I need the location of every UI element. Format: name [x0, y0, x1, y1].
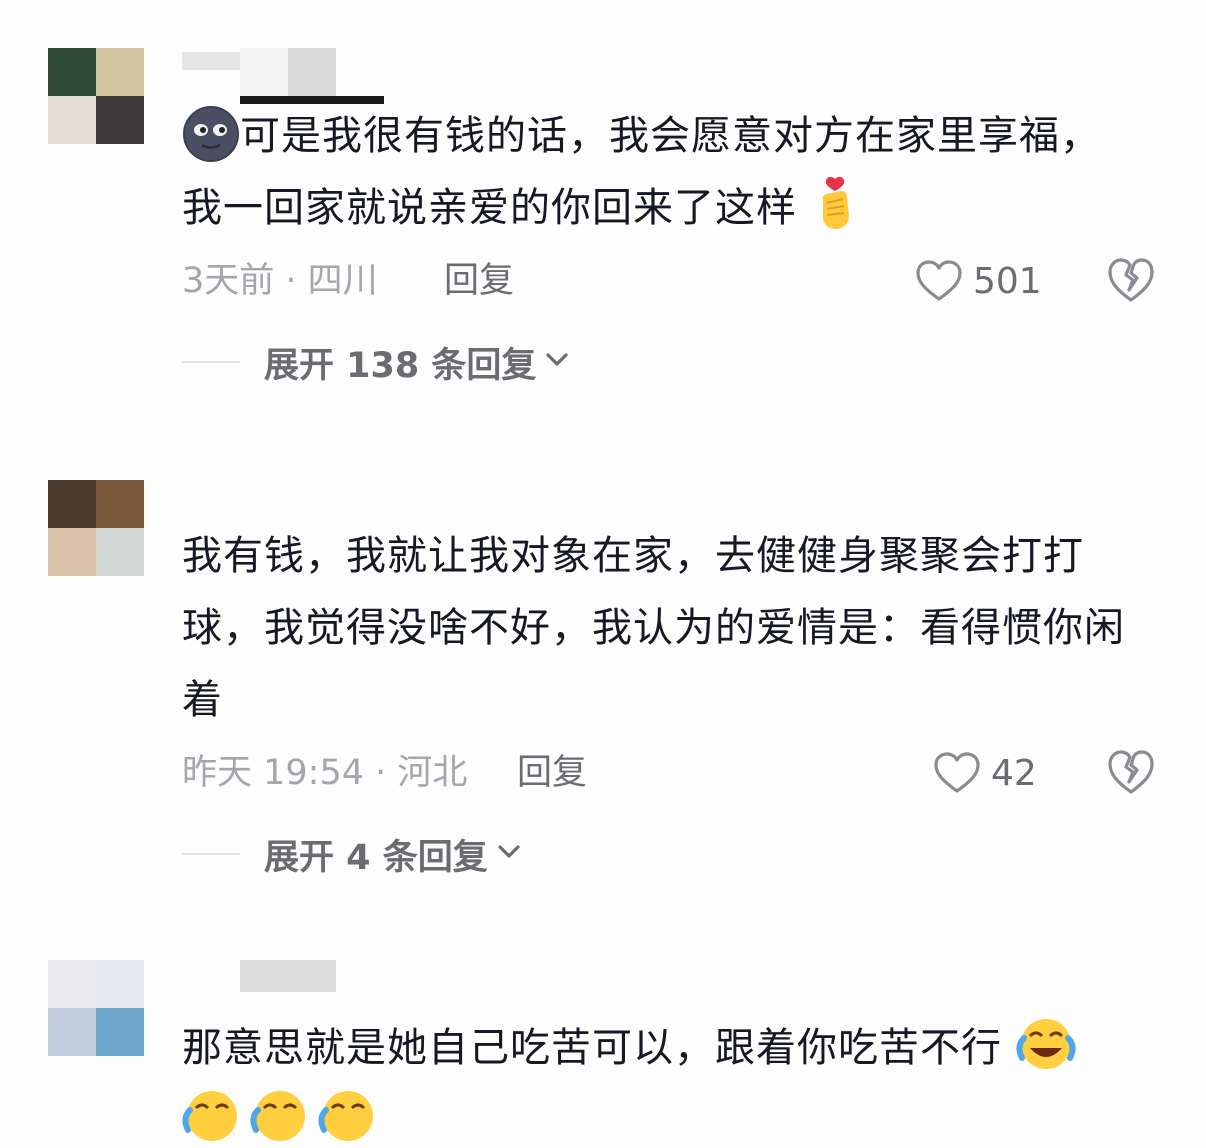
- divider-line: [182, 853, 240, 855]
- comment-body: 我有钱，我就让我对象在家，去健健身聚聚会打打球，我觉得没啥不好，我认为的爱情是：…: [182, 533, 1125, 723]
- comment-text: 我有钱，我就让我对象在家，去健健身聚聚会打打球，我觉得没啥不好，我认为的爱情是：…: [182, 520, 1162, 736]
- expand-replies-button[interactable]: 展开 4 条回复: [182, 832, 522, 878]
- username-redacted-block: [288, 48, 336, 98]
- avatar[interactable]: [48, 48, 144, 144]
- avatar[interactable]: [48, 480, 144, 576]
- new-moon-face-emoji: [182, 105, 240, 163]
- divider-line: [182, 361, 240, 363]
- comment-text: 那意思就是她自己吃苦可以，跟着你吃苦不行: [182, 1012, 1162, 1084]
- heart-outline-icon: [915, 259, 963, 303]
- face-with-tears-of-joy-emoji: [250, 1088, 310, 1144]
- broken-heart-icon[interactable]: [1106, 748, 1156, 798]
- reply-button[interactable]: 回复: [517, 751, 587, 795]
- comment-time-location: 3天前 · 四川: [182, 261, 378, 301]
- like-count: 42: [991, 752, 1037, 794]
- emoji-row: [182, 1088, 378, 1144]
- like-count: 501: [973, 260, 1042, 302]
- username-redacted-block: [240, 48, 288, 98]
- comment-body: 那意思就是她自己吃苦可以，跟着你吃苦不行: [182, 1025, 1002, 1071]
- comment-text: 可是我很有钱的话，我会愿意对方在家里享福，我一回家就说亲爱的你回来了这样: [182, 100, 1102, 244]
- broken-heart-icon[interactable]: [1106, 256, 1156, 306]
- chevron-down-icon: [544, 352, 570, 372]
- like-button[interactable]: 42: [933, 749, 1037, 797]
- like-button[interactable]: 501: [915, 257, 1042, 305]
- avatar[interactable]: [48, 960, 144, 1056]
- username-redacted[interactable]: [240, 960, 336, 992]
- face-with-tears-of-joy-emoji: [182, 1088, 242, 1144]
- face-with-tears-of-joy-emoji: [1016, 1016, 1076, 1072]
- expand-replies-button[interactable]: 展开 138 条回复: [182, 340, 570, 386]
- comment-body: 可是我很有钱的话，我会愿意对方在家里享福，我一回家就说亲爱的你回来了这样: [182, 113, 1101, 231]
- reply-button[interactable]: 回复: [444, 259, 514, 303]
- comment-time-location: 昨天 19:54 · 河北: [182, 753, 468, 793]
- heart-outline-icon: [933, 751, 981, 795]
- expand-replies-label: 展开 138 条回复: [264, 345, 537, 386]
- expand-replies-label: 展开 4 条回复: [264, 837, 488, 878]
- heart-hands-emoji: [811, 175, 859, 233]
- chevron-down-icon: [496, 844, 522, 864]
- face-with-tears-of-joy-emoji: [318, 1088, 378, 1144]
- username-redacted[interactable]: [182, 52, 242, 70]
